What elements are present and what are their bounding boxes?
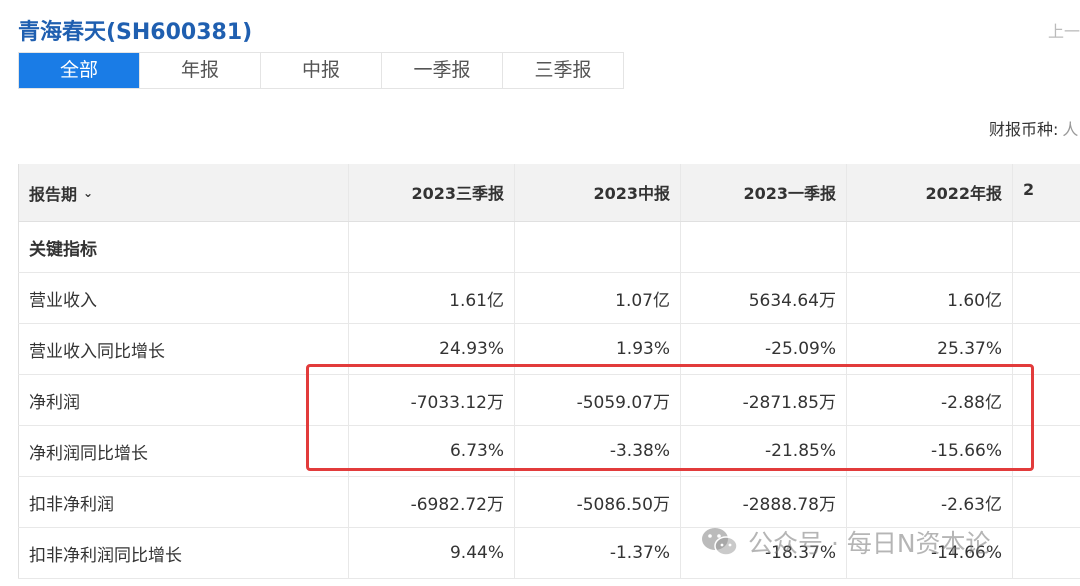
table-header-row: 报告期 ⌄ 2023三季报 2023中报 2023一季报 2022年报 2 (18, 164, 1080, 222)
cell-value: -2.88亿 (846, 375, 1012, 425)
table-row: 净利润同比增长 6.73% -3.38% -21.85% -15.66% (18, 426, 1080, 477)
period-header-label: 报告期 (29, 184, 78, 204)
report-type-tabs: 全部 年报 中报 一季报 三季报 (18, 52, 624, 89)
cell-value: 1.93% (514, 324, 680, 374)
tab-q3[interactable]: 三季报 (503, 53, 623, 88)
table-row: 净利润 -7033.12万 -5059.07万 -2871.85万 -2.88亿 (18, 375, 1080, 426)
cell-value: -21.85% (680, 426, 846, 476)
row-label: 扣非净利润同比增长 (18, 528, 348, 578)
empty-cell (348, 222, 514, 272)
cell-value: 1.07亿 (514, 273, 680, 323)
empty-cell (680, 222, 846, 272)
empty-cell (1012, 222, 1080, 272)
table-row: 扣非净利润 -6982.72万 -5086.50万 -2888.78万 -2.6… (18, 477, 1080, 528)
currency-selector[interactable]: 财报币种: 人 (989, 116, 1078, 140)
period-header[interactable]: 报告期 ⌄ (18, 164, 348, 221)
currency-label: 财报币种: (989, 120, 1059, 139)
watermark: 公众号 · 每日N资本论 (700, 524, 991, 560)
wechat-icon (702, 528, 738, 556)
row-label: 营业收入 (18, 273, 348, 323)
cell-value (1012, 528, 1080, 578)
empty-cell (514, 222, 680, 272)
cell-value (1012, 324, 1080, 374)
chevron-down-icon: ⌄ (83, 185, 94, 200)
currency-value: 人 (1062, 120, 1079, 139)
cell-value: 24.93% (348, 324, 514, 374)
cell-value: -1.37% (514, 528, 680, 578)
cell-value: -2871.85万 (680, 375, 846, 425)
cell-value: 9.44% (348, 528, 514, 578)
tab-annual[interactable]: 年报 (140, 53, 261, 88)
section-label: 关键指标 (18, 222, 348, 272)
cell-value (1012, 426, 1080, 476)
page-title: 青海春天(SH600381) (18, 20, 253, 45)
cell-value: 1.60亿 (846, 273, 1012, 323)
cell-value (1012, 477, 1080, 527)
cell-value: -5059.07万 (514, 375, 680, 425)
table-row: 营业收入同比增长 24.93% 1.93% -25.09% 25.37% (18, 324, 1080, 375)
cell-value: 25.37% (846, 324, 1012, 374)
watermark-text: 公众号 · 每日N资本论 (748, 529, 991, 558)
cell-value: -15.66% (846, 426, 1012, 476)
section-row: 关键指标 (18, 222, 1080, 273)
column-header: 2022年报 (846, 164, 1012, 221)
tab-q1[interactable]: 一季报 (382, 53, 503, 88)
column-header: 2023中报 (514, 164, 680, 221)
empty-cell (846, 222, 1012, 272)
financial-table: 报告期 ⌄ 2023三季报 2023中报 2023一季报 2022年报 2 关键… (18, 164, 1080, 579)
row-label: 净利润 (18, 375, 348, 425)
tab-interim[interactable]: 中报 (261, 53, 382, 88)
column-header: 2 (1012, 164, 1080, 221)
cell-value: -5086.50万 (514, 477, 680, 527)
tab-all[interactable]: 全部 (19, 53, 140, 88)
row-label: 净利润同比增长 (18, 426, 348, 476)
row-label: 营业收入同比增长 (18, 324, 348, 374)
cell-value: -3.38% (514, 426, 680, 476)
cell-value: 1.61亿 (348, 273, 514, 323)
column-header: 2023三季报 (348, 164, 514, 221)
cell-value: -7033.12万 (348, 375, 514, 425)
cell-value (1012, 375, 1080, 425)
cell-value: -2888.78万 (680, 477, 846, 527)
table-row: 营业收入 1.61亿 1.07亿 5634.64万 1.60亿 (18, 273, 1080, 324)
column-header: 2023一季报 (680, 164, 846, 221)
cell-value: 6.73% (348, 426, 514, 476)
cell-value: -2.63亿 (846, 477, 1012, 527)
cell-value (1012, 273, 1080, 323)
cell-value: -25.09% (680, 324, 846, 374)
prev-link[interactable]: 上一 (1048, 18, 1080, 42)
row-label: 扣非净利润 (18, 477, 348, 527)
cell-value: 5634.64万 (680, 273, 846, 323)
cell-value: -6982.72万 (348, 477, 514, 527)
